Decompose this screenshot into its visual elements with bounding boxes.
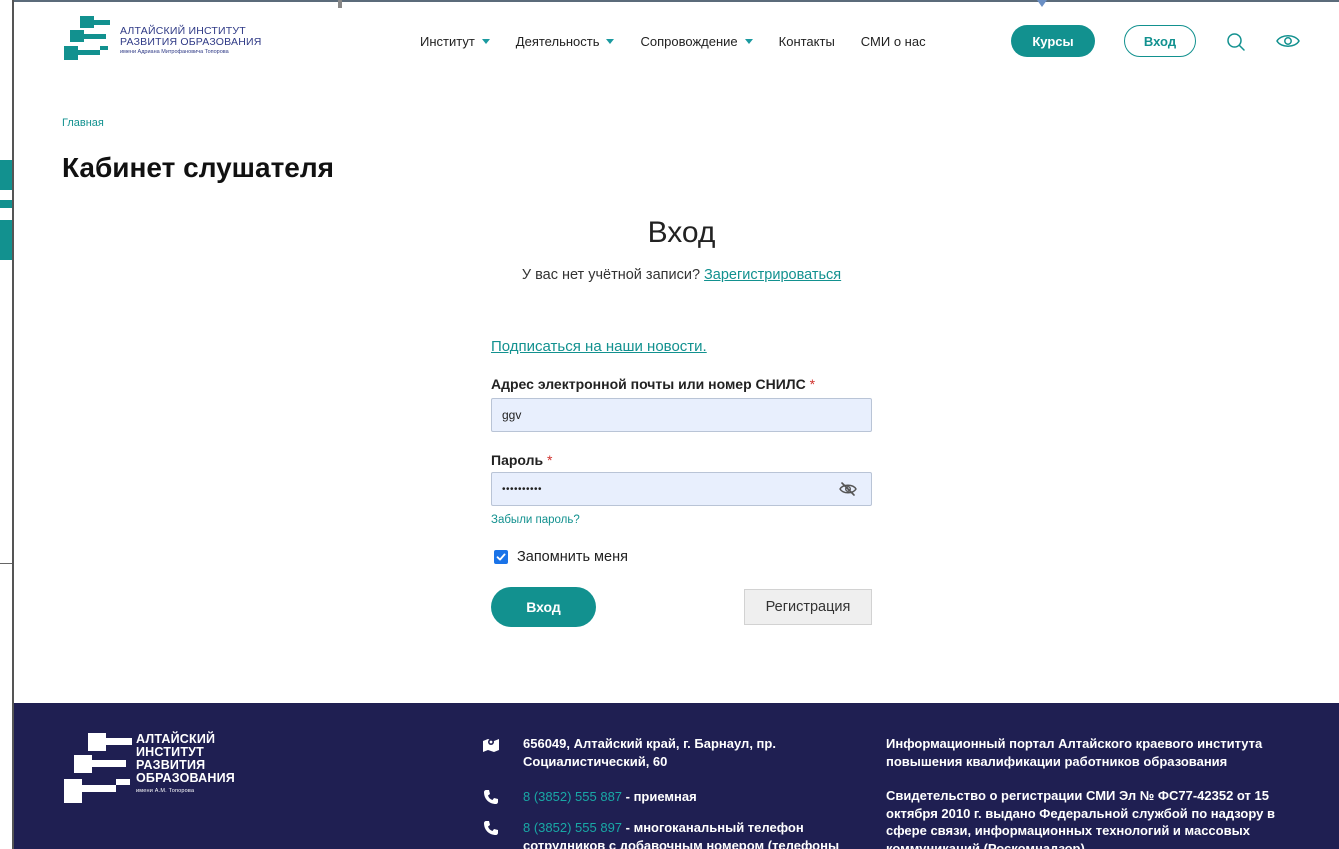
footer-address: 656049, Алтайский край, г. Барнаул, пр. …	[523, 736, 776, 769]
search-icon[interactable]	[1226, 32, 1246, 52]
nav-label: СМИ о нас	[860, 34, 926, 49]
email-label: Адрес электронной почты или номер СНИЛС …	[491, 376, 815, 392]
footer-phone-multichannel: 8 (3852) 555 897 - многоканальный телефо…	[523, 819, 843, 849]
nav-label: Деятельность	[515, 34, 600, 49]
nav-item-institute[interactable]: Институт	[420, 34, 490, 49]
register-button[interactable]: Регистрация	[744, 589, 872, 625]
map-pin-icon	[483, 739, 499, 752]
no-account-label: У вас нет учётной записи?	[521, 267, 701, 283]
courses-button[interactable]: Курсы	[1011, 25, 1095, 57]
required-mark: *	[547, 452, 553, 468]
caret-down-icon	[481, 39, 490, 44]
breadcrumb-home[interactable]: Главная	[62, 117, 104, 129]
email-input[interactable]: ggv	[491, 398, 872, 432]
phone-number-link[interactable]: 8 (3852) 555 897	[523, 820, 622, 835]
remember-label: Запомнить меня	[517, 549, 628, 565]
header-login-button[interactable]: Вход	[1124, 25, 1196, 57]
check-icon	[496, 553, 506, 561]
main-nav: Институт Деятельность Сопровождение Конт…	[420, 34, 952, 49]
password-input[interactable]: ••••••••••	[491, 472, 872, 506]
logo-mark-icon	[64, 16, 110, 60]
site-header: АЛТАЙСКИЙ ИНСТИТУТ РАЗВИТИЯ ОБРАЗОВАНИЯ …	[14, 2, 1339, 80]
page-title: Кабинет слушателя	[62, 152, 335, 183]
remember-checkbox[interactable]	[494, 550, 508, 564]
password-input-value: ••••••••••	[502, 483, 543, 495]
nav-label: Институт	[420, 34, 475, 49]
email-input-value: ggv	[502, 408, 522, 422]
register-link[interactable]: Зарегистрироваться	[704, 267, 841, 283]
footer-logo-line-4: ОБРАЗОВАНИЯ	[136, 771, 235, 786]
password-label-text: Пароль	[491, 452, 544, 468]
footer-certificate: Свидетельство о регистрации СМИ Эл № ФС7…	[886, 788, 1275, 849]
remember-me[interactable]: Запомнить меня	[494, 549, 628, 565]
logo-line-3: имени Адриана Митрофановича Топорова	[120, 49, 229, 56]
logo-line-2: РАЗВИТИЯ ОБРАЗОВАНИЯ	[120, 36, 262, 49]
footer-logo-text: АЛТАЙСКИЙ ИНСТИТУТ РАЗВИТИЯ ОБРАЗОВАНИЯ …	[136, 732, 235, 794]
forgot-password-link[interactable]: Забыли пароль?	[491, 514, 580, 526]
nav-item-support[interactable]: Сопровождение	[640, 34, 753, 49]
phone-number-link[interactable]: 8 (3852) 555 887	[523, 789, 622, 804]
phone-icon	[484, 790, 498, 804]
site-logo[interactable]: АЛТАЙСКИЙ ИНСТИТУТ РАЗВИТИЯ ОБРАЗОВАНИЯ …	[62, 16, 262, 62]
phone-icon	[484, 821, 498, 835]
subscribe-link[interactable]: Подписаться на наши новости.	[491, 338, 707, 355]
login-title: Вход	[647, 216, 716, 249]
caret-down-icon	[606, 39, 615, 44]
caret-down-icon	[744, 39, 753, 44]
required-mark: *	[809, 376, 816, 392]
footer-phone-reception: 8 (3852) 555 887 - приемная	[523, 788, 697, 806]
nav-label: Сопровождение	[640, 34, 738, 49]
footer-logo-icon	[64, 733, 132, 803]
footer-portal-info: Информационный портал Алтайского краевог…	[886, 736, 1263, 769]
nav-label: Контакты	[778, 34, 835, 49]
nav-item-media[interactable]: СМИ о нас	[861, 34, 926, 49]
no-account-text: У вас нет учётной записи? Зарегистрирова…	[0, 267, 1339, 283]
password-label: Пароль *	[491, 452, 552, 468]
nav-item-activity[interactable]: Деятельность	[516, 34, 615, 49]
nav-item-contacts[interactable]: Контакты	[779, 34, 835, 49]
login-submit-button[interactable]: Вход	[491, 587, 596, 627]
eye-slash-icon[interactable]	[838, 481, 858, 497]
email-label-text: Адрес электронной почты или номер СНИЛС	[491, 376, 806, 392]
footer-logo-line-5: имени А.М. Топорова	[136, 787, 195, 794]
eye-icon[interactable]	[1276, 32, 1300, 50]
phone-description: - приемная	[622, 789, 697, 804]
site-footer: АЛТАЙСКИЙ ИНСТИТУТ РАЗВИТИЯ ОБРАЗОВАНИЯ …	[14, 703, 1339, 849]
